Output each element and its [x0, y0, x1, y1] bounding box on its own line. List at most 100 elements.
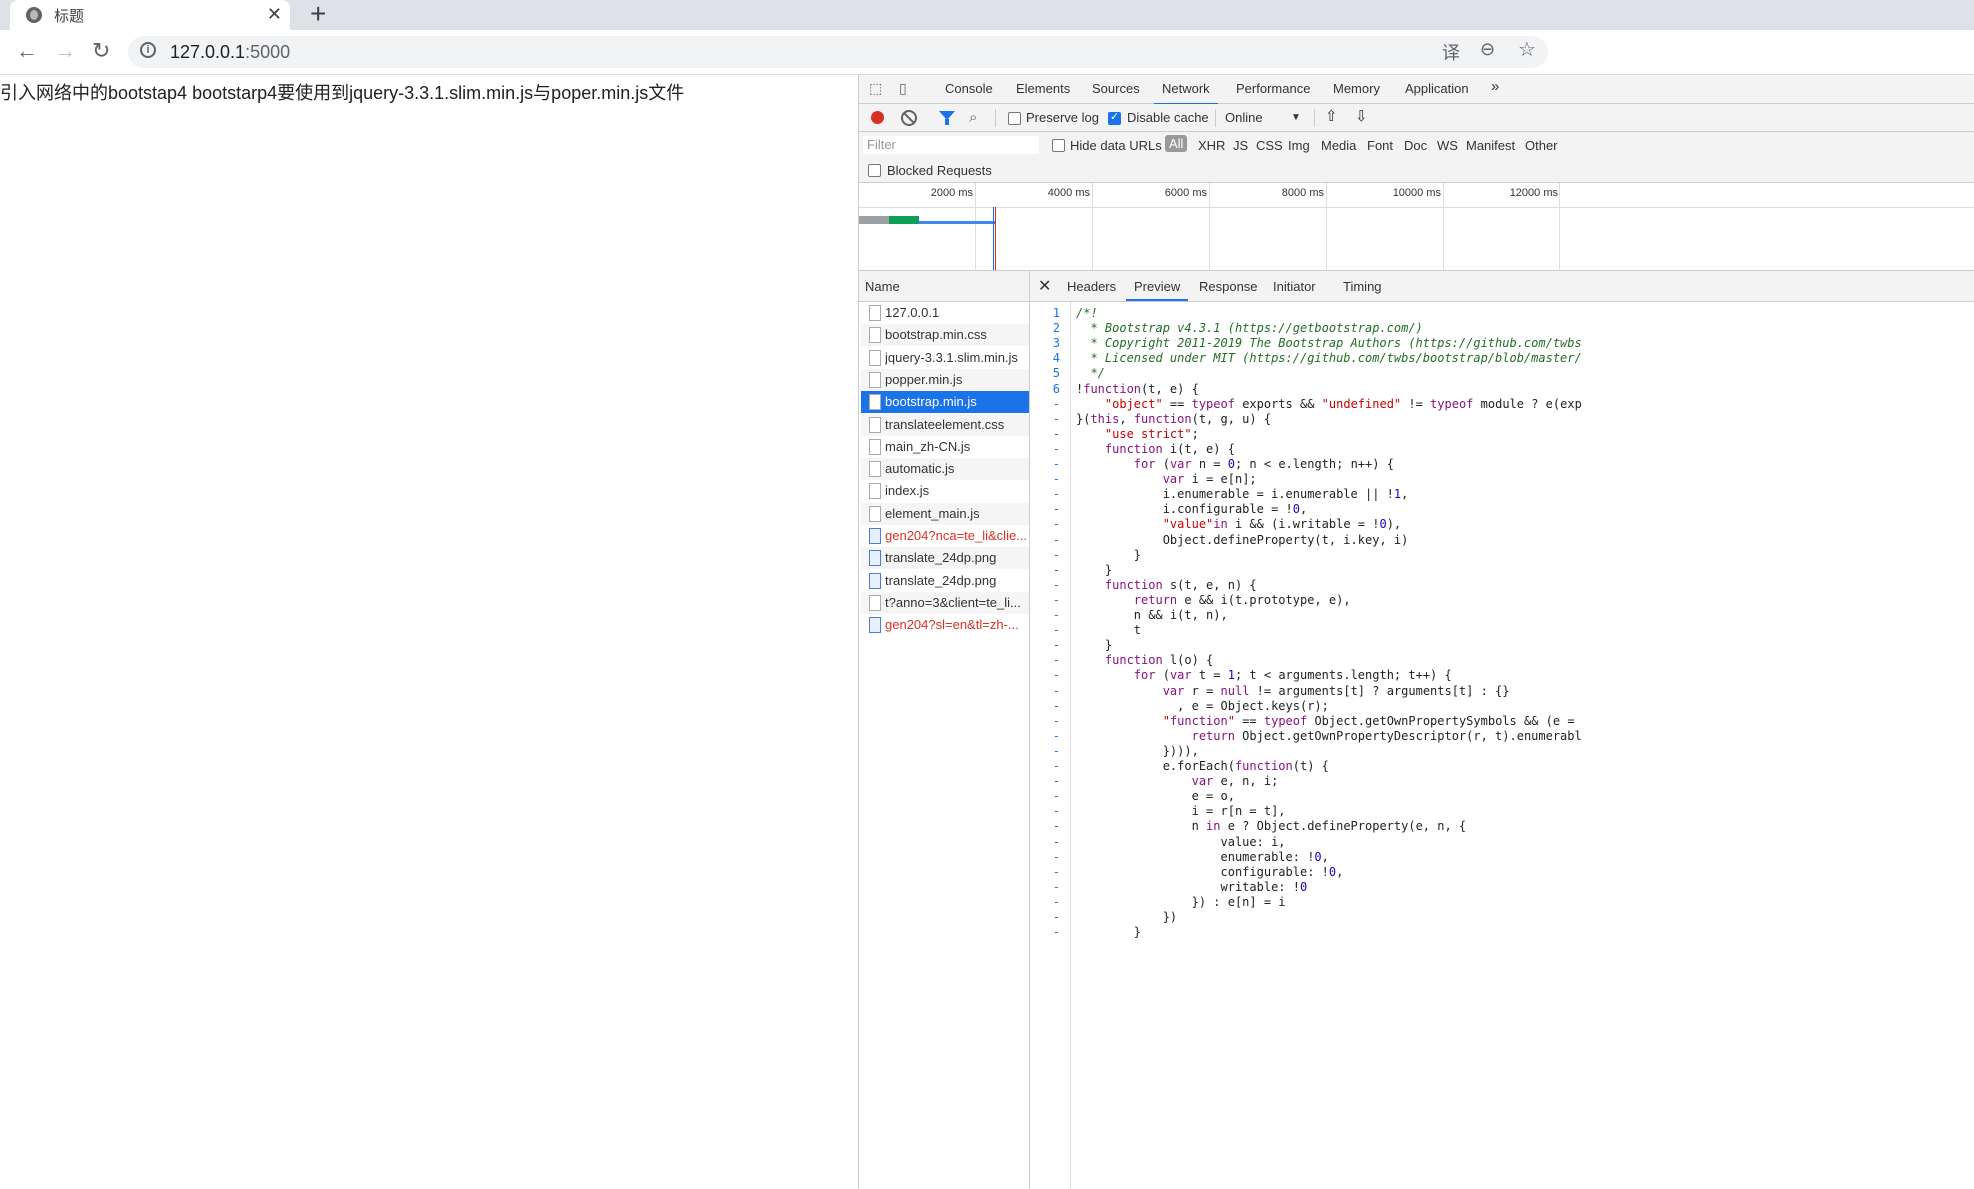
throttle-select[interactable]: Online [1225, 110, 1263, 125]
request-row[interactable]: t?anno=3&client=te_li... [861, 591, 1029, 614]
filter-type-img[interactable]: Img [1288, 138, 1310, 153]
filter-type-css[interactable]: CSS [1256, 138, 1283, 153]
request-row[interactable]: translate_24dp.png [861, 570, 1029, 592]
translate-icon[interactable]: 译 [1442, 39, 1460, 65]
code-line: e = o, [1076, 789, 1235, 804]
filter-type-ws[interactable]: WS [1437, 138, 1458, 153]
request-name: translate_24dp.png [885, 550, 997, 566]
tab-memory[interactable]: Memory [1333, 81, 1380, 96]
tab-response[interactable]: Response [1199, 279, 1258, 294]
request-row[interactable]: 127.0.0.1 [861, 302, 1029, 324]
requests-header[interactable]: Name [859, 271, 1029, 302]
tab-console[interactable]: Console [945, 81, 993, 96]
code-line: var e, n, i; [1191, 774, 1279, 789]
line-number: - [1052, 804, 1060, 819]
request-row[interactable]: bootstrap.min.css [861, 324, 1029, 347]
code-line: * Bootstrap v4.3.1 (https://getbootstrap… [1076, 321, 1423, 336]
device-toggle-icon[interactable]: ▯ [899, 80, 915, 96]
hide-data-urls-checkbox[interactable] [1052, 139, 1065, 152]
tab-performance[interactable]: Performance [1236, 81, 1310, 96]
request-name: index.js [885, 483, 930, 499]
preserve-log-checkbox[interactable] [1008, 112, 1021, 125]
reload-button[interactable]: ↻ [92, 38, 110, 64]
close-icon[interactable]: ✕ [1038, 276, 1051, 296]
tab-preview[interactable]: Preview [1125, 279, 1189, 301]
line-number: - [1052, 894, 1060, 909]
request-row[interactable]: element_main.js [861, 502, 1029, 525]
request-name: automatic.js [885, 461, 955, 477]
line-number: - [1052, 472, 1060, 487]
tab-sources[interactable]: Sources [1092, 81, 1140, 96]
filter-type-manifest[interactable]: Manifest [1466, 138, 1515, 153]
filter-type-font[interactable]: Font [1367, 138, 1393, 153]
record-icon[interactable] [871, 111, 884, 124]
file-icon [869, 550, 881, 567]
request-row[interactable]: jquery-3.3.1.slim.min.js [861, 347, 1029, 369]
code-line: function s(t, e, n) { [1104, 577, 1257, 592]
request-row[interactable]: bootstrap.min.js [861, 391, 1029, 414]
filter-type-other[interactable]: Other [1525, 138, 1558, 153]
address-bar[interactable]: i 127.0.0.1:5000 [128, 36, 1548, 68]
request-row[interactable]: gen204?sl=en&tl=zh-... [861, 614, 1029, 636]
request-name: bootstrap.min.css [885, 327, 987, 343]
inspect-element-icon[interactable]: ⬚ [869, 80, 885, 96]
tab-timing[interactable]: Timing [1343, 279, 1382, 294]
line-number: - [1052, 774, 1060, 789]
detail-tabbar: ✕ Headers Preview Response Initiator Tim… [1030, 271, 1974, 302]
code-line: return e && i(t.prototype, e), [1133, 592, 1351, 607]
search-icon[interactable]: ⌕ [969, 109, 977, 126]
load-event-line [995, 207, 996, 270]
code-line: n && i(t, n), [1076, 608, 1228, 622]
code-line: enumerable: !0, [1076, 849, 1329, 864]
new-tab-button[interactable]: + [310, 0, 326, 30]
request-row[interactable]: translateelement.css [861, 413, 1029, 436]
back-button[interactable]: ← [16, 38, 38, 64]
request-row[interactable]: automatic.js [861, 458, 1029, 481]
tab-network[interactable]: Network [1154, 81, 1218, 105]
network-overview[interactable]: 2000 ms 4000 ms 6000 ms 8000 ms 10000 ms… [859, 183, 1974, 271]
zoom-icon[interactable]: ⊖ [1480, 39, 1495, 60]
overview-gridline [1326, 183, 1327, 270]
disable-cache-checkbox[interactable] [1108, 110, 1121, 125]
code-line: e.forEach(function(t) { [1076, 759, 1329, 773]
site-info-icon[interactable]: i [140, 42, 156, 58]
tab-initiator[interactable]: Initiator [1273, 279, 1316, 294]
filter-type-doc[interactable]: Doc [1404, 138, 1427, 153]
line-number: - [1052, 668, 1060, 683]
filter-input[interactable]: Filter [863, 136, 1039, 154]
request-name: translateelement.css [885, 416, 1005, 432]
clear-icon[interactable] [901, 110, 917, 126]
line-number: - [1052, 879, 1060, 894]
chevron-down-icon[interactable]: ▼ [1291, 112, 1301, 123]
request-row[interactable]: translate_24dp.png [861, 547, 1029, 570]
filter-type-xhr[interactable]: XHR [1198, 138, 1225, 153]
request-row[interactable]: index.js [861, 480, 1029, 502]
line-number: - [1052, 532, 1060, 547]
line-number: - [1052, 441, 1060, 456]
code-line: }(this, function(t, g, u) { [1076, 411, 1272, 426]
tab-headers[interactable]: Headers [1067, 279, 1116, 294]
request-row[interactable]: gen204?nca=te_li&clie... [861, 525, 1029, 547]
file-icon [869, 394, 881, 411]
filter-type-all[interactable]: All [1165, 135, 1188, 152]
blocked-requests-checkbox[interactable] [868, 164, 881, 177]
request-row[interactable]: main_zh-CN.js [861, 436, 1029, 458]
more-tabs-chevron-icon[interactable]: » [1491, 78, 1499, 95]
code-line: }) : e[n] = i [1076, 894, 1286, 909]
tab-application[interactable]: Application [1405, 81, 1469, 96]
filter-type-media[interactable]: Media [1321, 138, 1356, 153]
browser-tab[interactable]: 标题 ✕ [10, 0, 290, 30]
import-har-icon[interactable]: ⇧ [1325, 107, 1338, 125]
tab-close-icon[interactable]: ✕ [267, 4, 282, 25]
request-row[interactable]: popper.min.js [861, 368, 1029, 391]
toolbar-divider [1314, 109, 1315, 127]
export-har-icon[interactable]: ⇩ [1355, 107, 1368, 125]
code-preview[interactable]: 1 /*! 2 * Bootstrap v4.3.1 (https://getboo… [1030, 302, 1974, 1189]
bookmark-star-icon[interactable]: ☆ [1518, 37, 1536, 62]
request-name: jquery-3.3.1.slim.min.js [885, 349, 1018, 365]
tab-elements[interactable]: Elements [1016, 81, 1070, 96]
code-line: i.enumerable = i.enumerable || !1, [1076, 487, 1409, 502]
filter-type-js[interactable]: JS [1233, 138, 1248, 153]
forward-button[interactable]: → [54, 38, 76, 64]
overview-gridline [975, 183, 976, 270]
